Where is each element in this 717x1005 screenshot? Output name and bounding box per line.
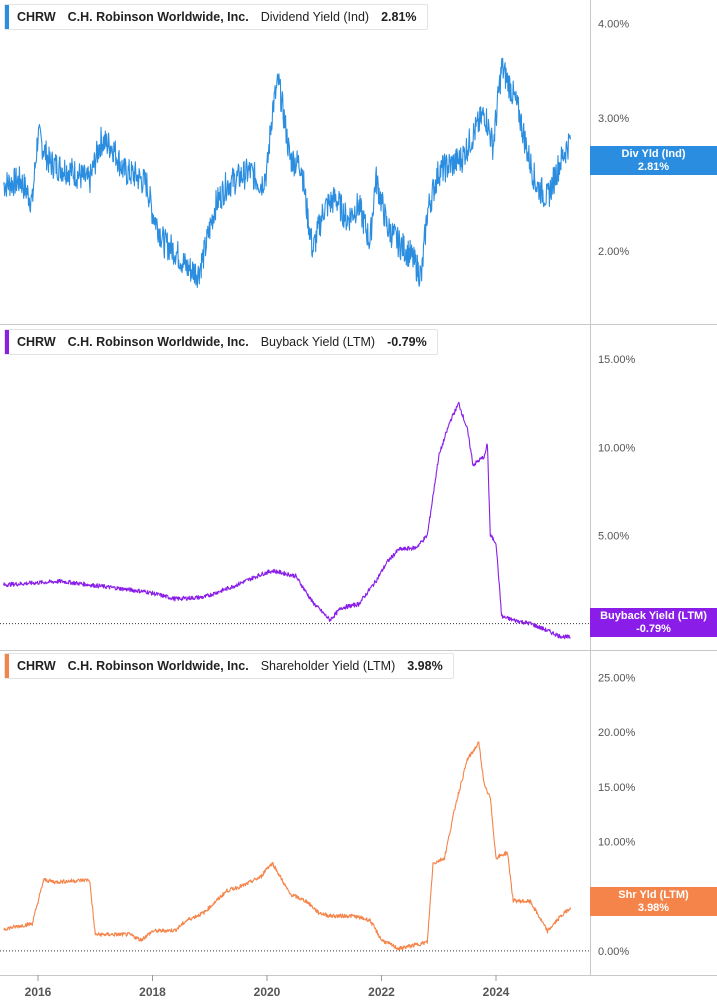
y-tick-label: 25.00% [598, 672, 636, 684]
legend-value: 3.98% [407, 659, 443, 673]
callout-label: Buyback Yield (LTM) [600, 610, 707, 622]
x-tick-label: 2016 [25, 985, 52, 999]
callout-buyback-yield: Buyback Yield (LTM) -0.79% [590, 608, 717, 637]
legend-company: C.H. Robinson Worldwide, Inc. [67, 335, 249, 349]
x-tick-label: 2024 [483, 985, 510, 999]
y-tick-label: 3.00% [598, 113, 629, 125]
y-tick-label: 5.00% [598, 530, 629, 542]
legend-metric: Dividend Yield (Ind) [260, 10, 370, 24]
legend-dividend-yield: CHRW C.H. Robinson Worldwide, Inc. Divid… [4, 4, 428, 30]
callout-value: 2.81% [637, 161, 670, 173]
callout-dividend-yield: Div Yld (Ind) 2.81% [590, 146, 717, 175]
callout-value: 3.98% [637, 902, 670, 914]
y-tick-label: 20.00% [598, 727, 636, 739]
legend-ticker: CHRW [17, 10, 56, 24]
x-tick-label: 2018 [139, 985, 166, 999]
callout-label: Shr Yld (LTM) [618, 889, 689, 901]
x-tick-label: 2020 [254, 985, 281, 999]
x-tick-label: 2022 [368, 985, 395, 999]
legend-metric: Buyback Yield (LTM) [260, 335, 376, 349]
legend-shareholder-yield: CHRW C.H. Robinson Worldwide, Inc. Share… [4, 653, 454, 679]
legend-metric: Shareholder Yield (LTM) [260, 659, 396, 673]
legend-company: C.H. Robinson Worldwide, Inc. [67, 659, 249, 673]
callout-value: -0.79% [636, 623, 671, 635]
y-tick-label: 10.00% [598, 442, 636, 454]
series-line [3, 741, 571, 951]
y-tick-label: 15.00% [598, 782, 636, 794]
legend-ticker: CHRW [17, 659, 56, 673]
series-line [3, 401, 571, 640]
legend-swatch-buyback [5, 330, 9, 354]
callout-shareholder-yield: Shr Yld (LTM) 3.98% [590, 887, 717, 916]
y-tick-label: 4.00% [598, 19, 629, 31]
callout-label: Div Yld (Ind) [621, 148, 686, 160]
y-tick-label: 15.00% [598, 354, 636, 366]
legend-ticker: CHRW [17, 335, 56, 349]
legend-value: -0.79% [387, 335, 427, 349]
legend-swatch-dividend [5, 5, 9, 29]
legend-swatch-shareholder [5, 654, 9, 678]
y-tick-label: 2.00% [598, 246, 629, 258]
legend-value: 2.81% [381, 10, 417, 24]
legend-buyback-yield: CHRW C.H. Robinson Worldwide, Inc. Buyba… [4, 329, 438, 355]
y-tick-label: 10.00% [598, 836, 636, 848]
series-line [3, 57, 571, 289]
legend-company: C.H. Robinson Worldwide, Inc. [67, 10, 249, 24]
y-tick-label: 0.00% [598, 946, 629, 958]
